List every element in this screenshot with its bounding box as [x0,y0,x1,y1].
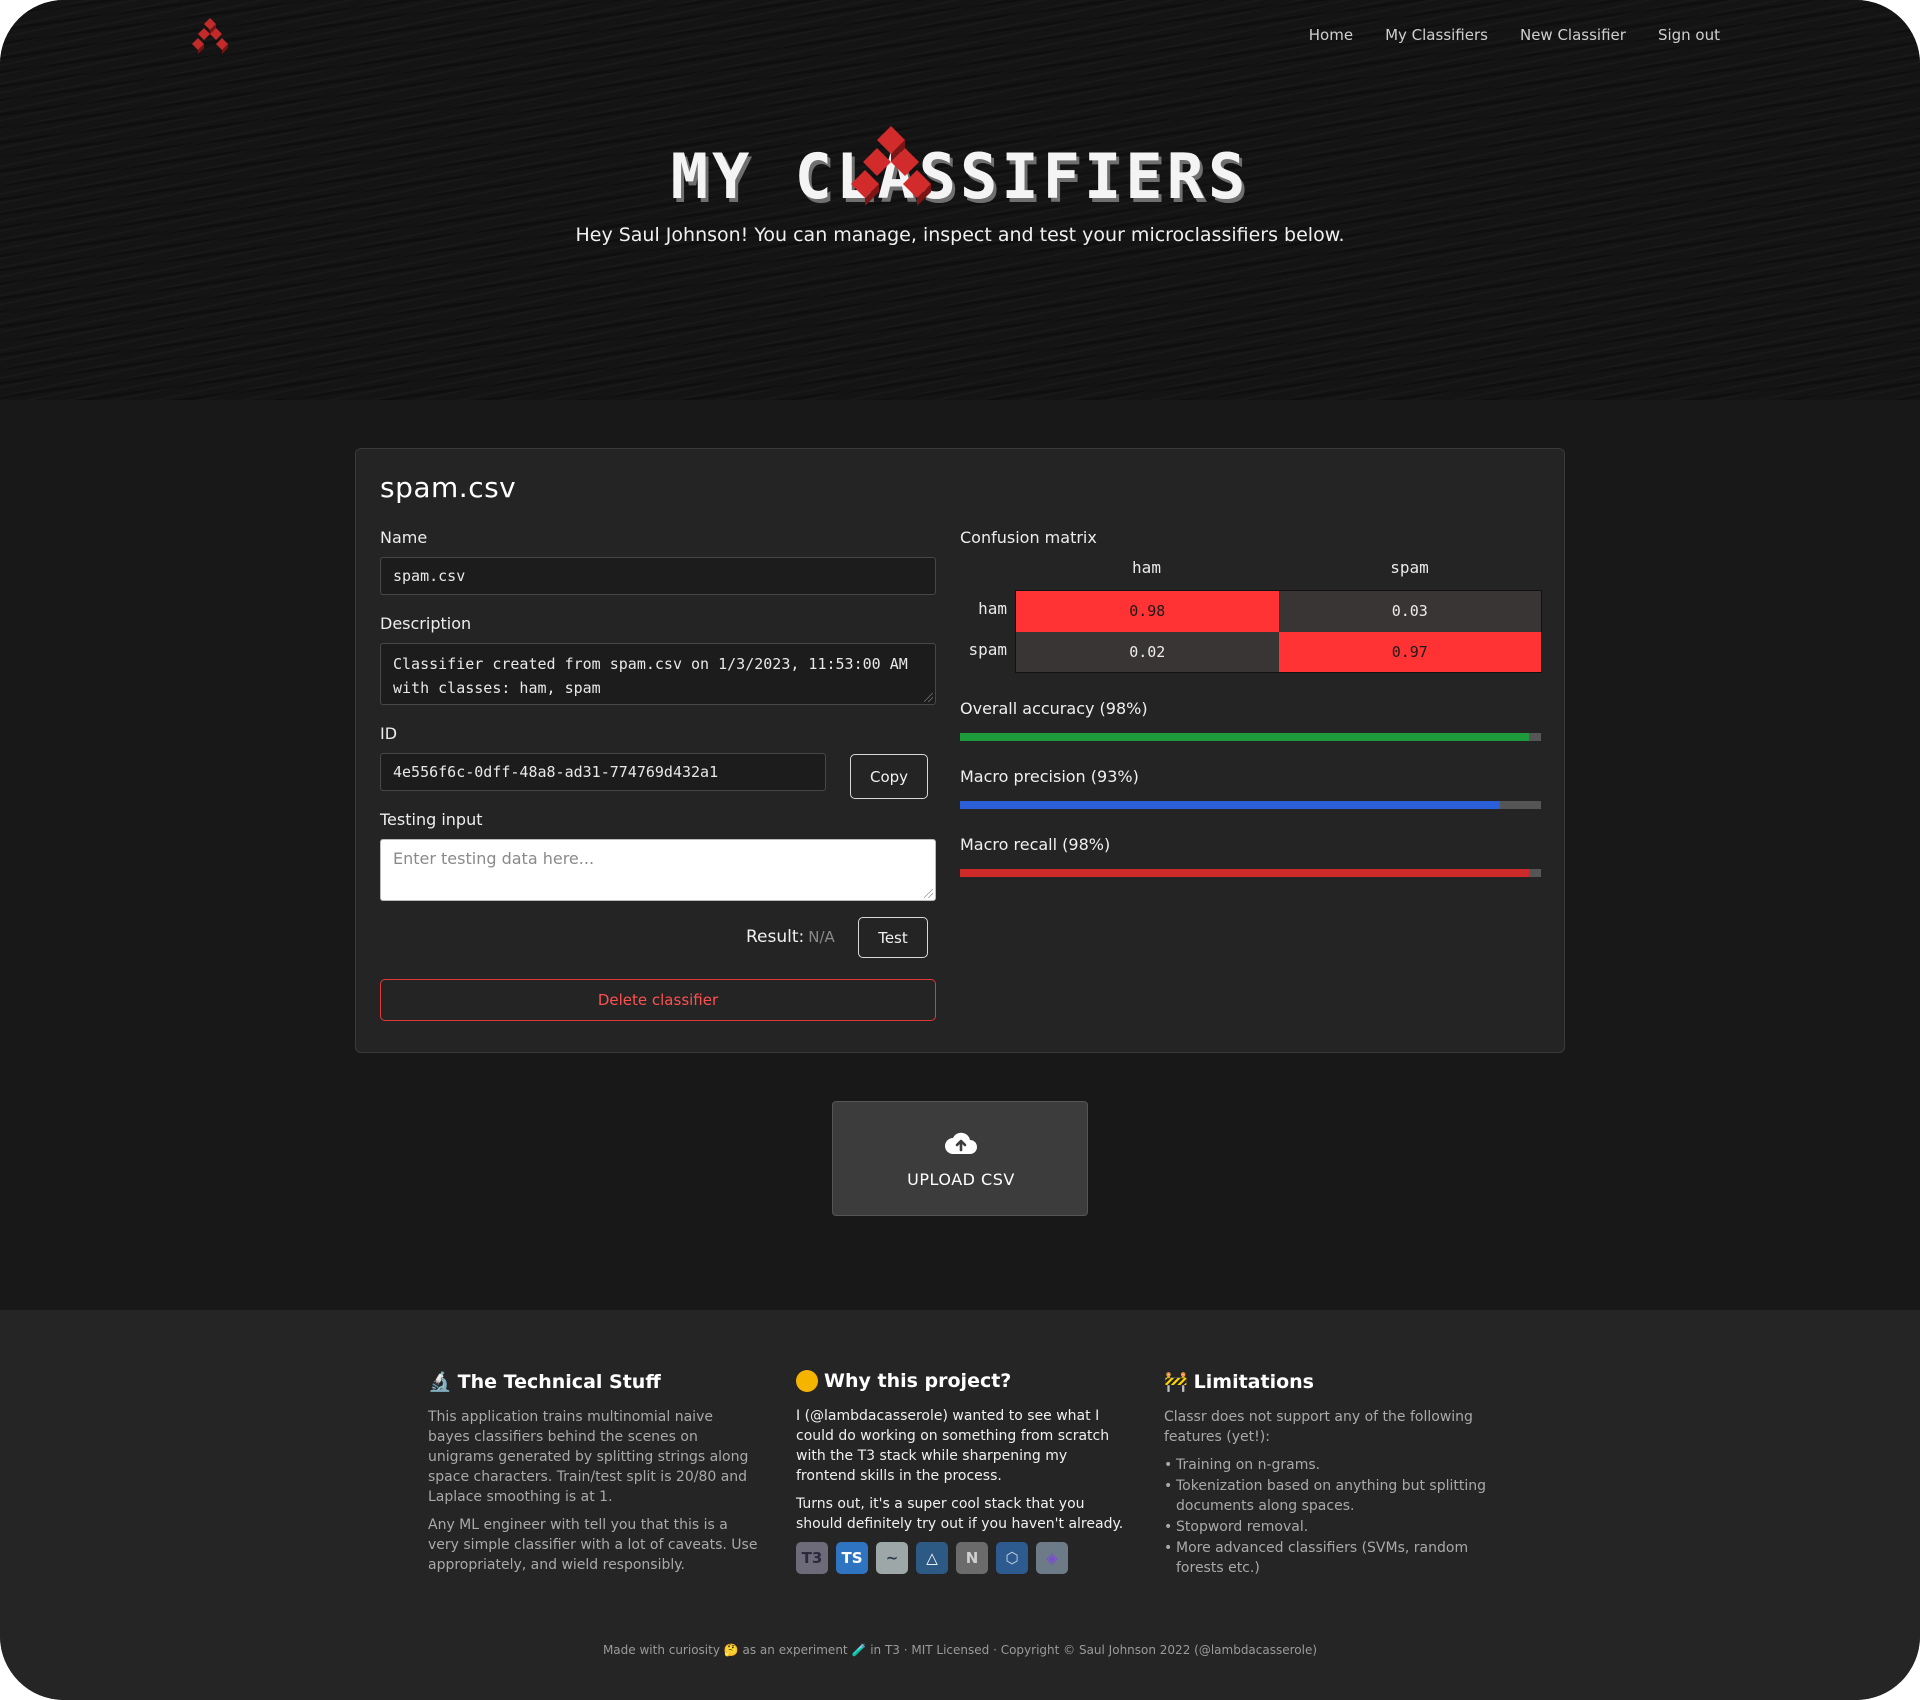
technical-title: The Technical Stuff [457,1370,661,1393]
classifier-card: spam.csv Name spam.csv Description Class… [355,448,1565,1053]
test-button[interactable]: Test [858,917,928,958]
cm-row-header-spam: spam [968,640,1007,659]
why-heading: Why this project? [796,1370,1126,1392]
nav-home[interactable]: Home [1309,26,1353,44]
cm-row-header-ham: ham [978,599,1007,618]
t3-icon[interactable]: T3 [796,1542,828,1574]
thinking-face-icon [796,1370,818,1392]
nextjs-icon[interactable]: N [956,1542,988,1574]
upload-csv-label: UPLOAD CSV [907,1170,1015,1189]
list-item: Training on n-grams. [1164,1455,1494,1475]
typescript-icon[interactable]: TS [836,1542,868,1574]
limitations-list: Training on n-grams. Tokenization based … [1164,1455,1494,1578]
svg-text:MY CLASSIFIERS: MY CLASSIFIERS [671,140,1250,210]
page-title-wordmark: MY CLASSIFIERS MY CLASSIFIERS [671,126,1250,210]
testing-input-placeholder: Enter testing data here... [393,849,595,868]
why-text: Turns out, it's a super cool stack that … [796,1496,1124,1532]
name-label: Name [380,528,428,547]
confusion-matrix-label: Confusion matrix [960,528,1097,547]
precision-bar-fill [960,801,1501,809]
prisma-icon[interactable]: △ [916,1542,948,1574]
cm-col-header-ham: ham [1132,558,1161,577]
precision-label: Macro precision (93%) [960,767,1139,786]
footer-technical: 🔬 The Technical Stuff This application t… [428,1370,758,1583]
list-item: Stopword removal. [1164,1517,1494,1537]
testing-input[interactable]: Enter testing data here... [380,839,936,901]
trpc-icon[interactable]: ⬡ [996,1542,1028,1574]
nextauth-icon[interactable]: ◈ [1036,1542,1068,1574]
limitations-heading: 🚧 Limitations [1164,1370,1494,1394]
delete-classifier-button[interactable]: Delete classifier [380,979,936,1021]
accuracy-bar [960,733,1541,741]
top-nav: Home My Classifiers New Classifier Sign … [1309,26,1720,44]
footer-limitations: 🚧 Limitations Classr does not support an… [1164,1370,1494,1579]
id-field[interactable]: 4e556f6c-0dff-48a8-ad31-774769d432a1 [380,753,826,791]
cm-cell: 0.97 [1278,631,1541,672]
copy-button[interactable]: Copy [850,754,928,799]
hero-subtitle: Hey Saul Johnson! You can manage, inspec… [575,224,1345,246]
nav-sign-out[interactable]: Sign out [1658,26,1720,44]
cm-cell: 0.02 [1016,631,1279,672]
list-item: Tokenization based on anything but split… [1164,1476,1494,1516]
technical-heading: 🔬 The Technical Stuff [428,1370,758,1394]
result-value: N/A [808,928,835,946]
recall-label: Macro recall (98%) [960,835,1111,854]
why-text: I (@lambdacasserole) wanted to see what … [796,1408,1110,1484]
copyright-text: Made with curiosity 🤔 as an experiment 🧪… [602,1643,1318,1657]
footer: 🔬 The Technical Stuff This application t… [0,1310,1920,1700]
footer-why: Why this project? I (@lambdacasserole) w… [796,1370,1126,1574]
id-label: ID [380,724,398,743]
app-frame: Home My Classifiers New Classifier Sign … [0,0,1920,1700]
description-field[interactable]: Classifier created from spam.csv on 1/3/… [380,643,936,705]
page-title: MY CLASSIFIERS MY CLASSIFIERS [0,124,1920,214]
classifier-title: spam.csv [380,471,517,504]
cloud-upload-icon [945,1132,977,1154]
tailwind-icon[interactable]: ~ [876,1542,908,1574]
limitations-title: Limitations [1193,1370,1314,1393]
recall-bar [960,869,1541,877]
microscope-icon: 🔬 [428,1371,452,1393]
resize-handle-icon[interactable] [924,693,933,702]
why-title: Why this project? [824,1370,1012,1392]
construction-icon: 🚧 [1164,1371,1188,1393]
resize-handle-icon[interactable] [924,889,933,898]
accuracy-label: Overall accuracy (98%) [960,699,1148,718]
accuracy-bar-fill [960,733,1530,741]
recall-bar-fill [960,869,1530,877]
nav-new-classifier[interactable]: New Classifier [1520,26,1626,44]
precision-bar [960,801,1541,809]
name-field[interactable]: spam.csv [380,557,936,595]
tech-stack-icons: T3 TS ~ △ N ⬡ ◈ [796,1542,1126,1574]
result-display: Result: N/A [746,927,835,947]
hero-banner: Home My Classifiers New Classifier Sign … [0,0,1920,400]
testing-input-label: Testing input [380,810,483,829]
limitations-intro: Classr does not support any of the follo… [1164,1409,1473,1445]
technical-text: This application trains multinomial naiv… [428,1409,749,1505]
nav-my-classifiers[interactable]: My Classifiers [1385,26,1488,44]
list-item: More advanced classifiers (SVMs, random … [1164,1538,1494,1578]
logo-icon[interactable] [190,16,230,56]
confusion-matrix-grid: 0.98 0.03 0.02 0.97 [1015,590,1542,673]
description-label: Description [380,614,472,633]
description-text: Classifier created from spam.csv on 1/3/… [393,655,908,697]
upload-csv-button[interactable]: UPLOAD CSV [832,1101,1088,1216]
cm-cell: 0.03 [1278,591,1541,632]
cm-col-header-spam: spam [1390,558,1429,577]
result-label: Result: [746,927,805,947]
technical-text: Any ML engineer with tell you that this … [428,1517,758,1573]
cm-cell: 0.98 [1016,591,1279,632]
